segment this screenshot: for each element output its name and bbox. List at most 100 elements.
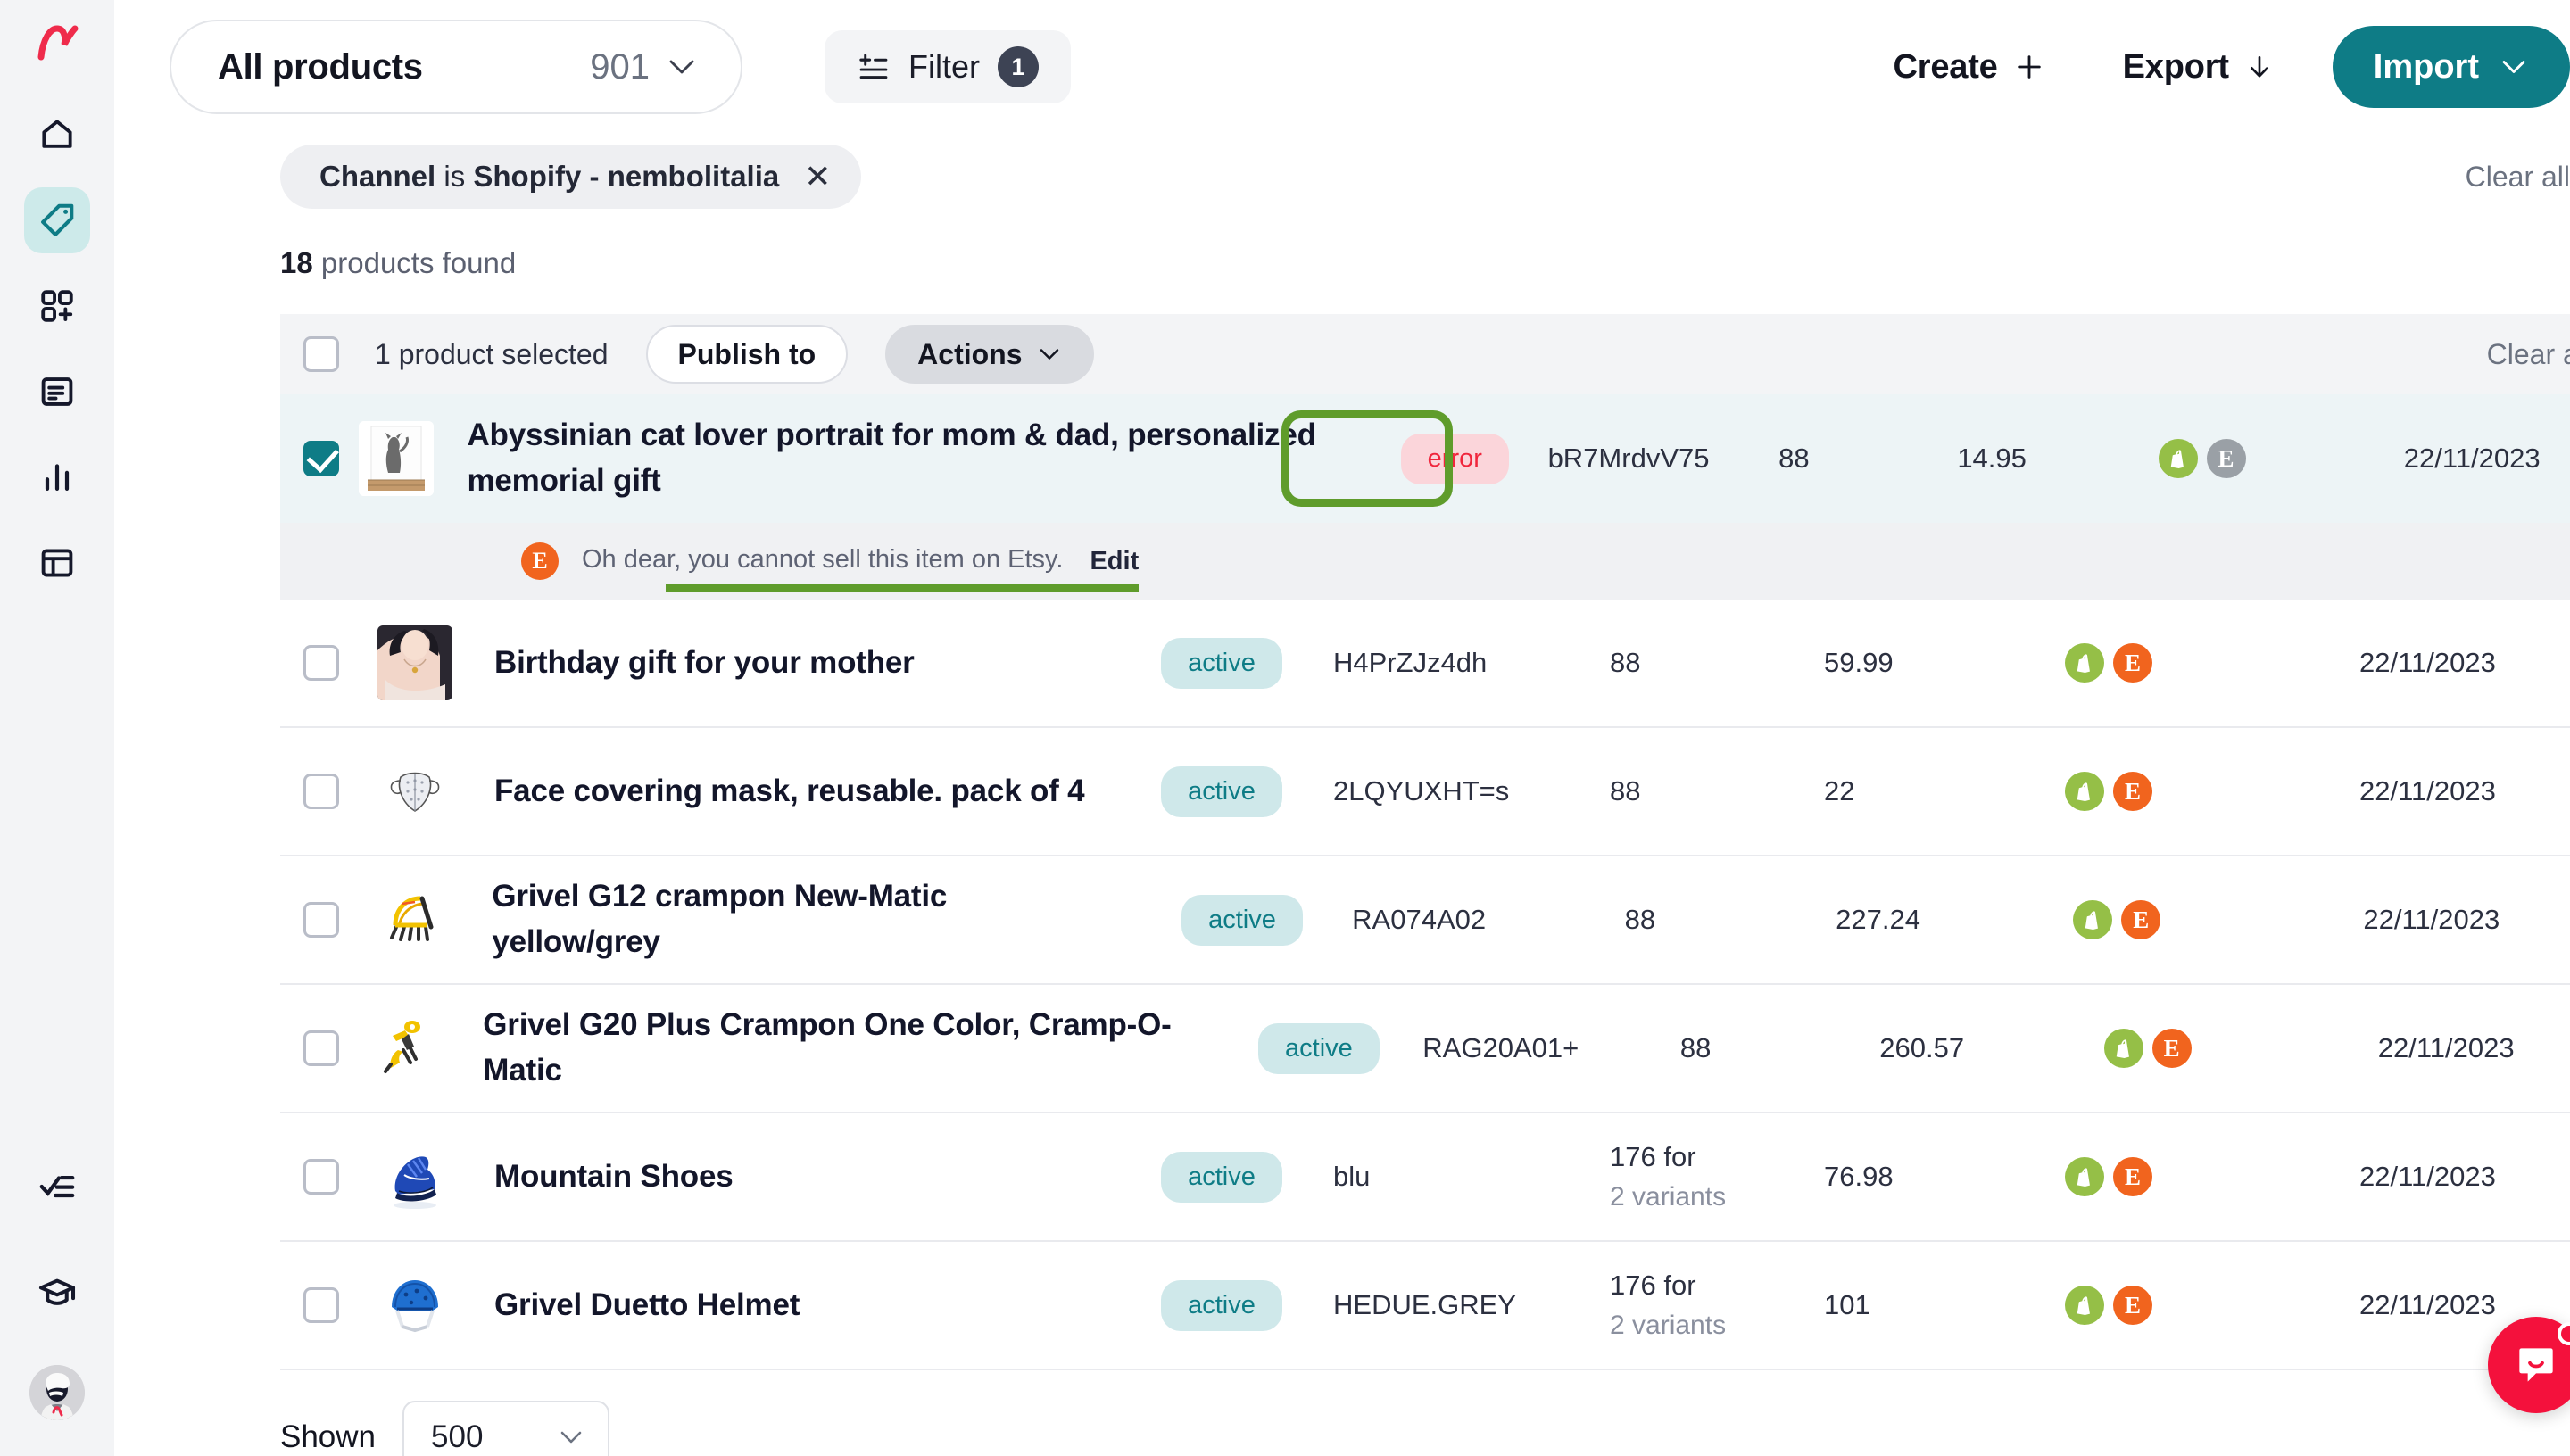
table-row[interactable]: Birthday gift for your mother active H4P… [280,600,2570,728]
table-row[interactable]: Mountain Shoes active blu 176 for 2 vari… [280,1113,2570,1242]
row-title-cell: Abyssinian cat lover portrait for mom & … [440,413,1362,504]
row-checkbox[interactable] [303,1159,339,1195]
status-badge: active [1161,765,1282,817]
row-price: 76.98 [1824,1161,1894,1192]
row-price: 260.57 [1879,1032,1965,1063]
row-channels: E [2065,1286,2359,1325]
cat-portrait-thumbnail [359,421,435,496]
row-error-detail: E Oh dear, you cannot sell this item on … [280,523,2570,600]
table-row[interactable]: Face covering mask, reusable. pack of 4 … [280,728,2570,856]
row-price: 59.99 [1824,647,1894,678]
table-row[interactable]: Grivel G20 Plus Crampon One Color, Cramp… [280,985,2570,1113]
product-title[interactable]: Grivel Duetto Helmet [494,1283,1092,1328]
sidebar-item-tasks[interactable] [24,1154,90,1220]
row-checkbox[interactable] [303,441,339,476]
avatar[interactable] [29,1365,85,1420]
row-channels: E [2065,1157,2359,1196]
chip-operator: is [444,160,466,193]
row-checkbox-cell [280,774,362,809]
row-channels: E [2158,439,2404,478]
row-checkbox[interactable] [303,902,339,938]
sidebar-item-listings[interactable] [24,359,90,425]
product-view-selector[interactable]: All products 901 [170,20,742,114]
sidebar-item-templates[interactable] [24,530,90,596]
list-footer: Shown 500 [280,1401,2570,1456]
row-quantity-value: 88 [1610,774,1641,807]
face-mask-thumbnail [377,754,452,829]
error-message: Oh dear, you cannot sell this item on Et… [582,544,1064,574]
results-number: 18 [280,246,313,279]
row-checkbox-cell [280,1030,358,1066]
product-title[interactable]: Mountain Shoes [494,1154,1092,1200]
plus-icon [2014,52,2044,82]
tag-icon [37,200,78,241]
import-button[interactable]: Import [2332,26,2570,108]
row-status-cell: active [1110,637,1333,689]
table-row[interactable]: Grivel Duetto Helmet active HEDUE.GREY 1… [280,1242,2570,1370]
product-title[interactable]: Grivel G12 crampon New-Matic yellow/grey [492,874,1114,965]
brand-logo[interactable] [0,0,114,86]
checklist-icon [37,1167,78,1208]
row-checkbox[interactable] [303,774,339,809]
row-status-cell: active [1215,1022,1423,1074]
clear-all-filters[interactable]: Clear all [2466,161,2570,194]
row-sku: RAG20A01+ [1422,1032,1579,1063]
status-badge: active [1161,637,1282,689]
row-checkbox[interactable] [303,1287,339,1323]
actions-button[interactable]: Actions [885,325,1094,384]
page-size-value: 500 [431,1419,484,1454]
filter-chip-channel[interactable]: Channel is Shopify - nembolitalia ✕ [280,145,862,209]
row-date: 22/11/2023 [2403,443,2541,474]
product-list: 1 product selected Publish to Actions Cl… [280,314,2570,1370]
row-sku: HEDUE.GREY [1333,1289,1516,1320]
publish-to-button[interactable]: Publish to [645,325,849,384]
product-title[interactable]: Face covering mask, reusable. pack of 4 [494,769,1092,815]
chat-support-button[interactable] [2488,1317,2570,1413]
table-row[interactable]: Grivel G12 crampon New-Matic yellow/grey… [280,856,2570,985]
sidebar-item-products[interactable] [24,187,90,253]
row-checkbox[interactable] [303,1030,339,1066]
sidebar-item-academy[interactable] [24,1260,90,1326]
row-sku: bR7MrdvV75 [1547,443,1710,474]
select-all-checkbox[interactable] [303,336,339,372]
sidebar-item-apps[interactable] [24,273,90,339]
apps-plus-icon [37,286,77,326]
chip-field: Channel [319,160,436,193]
product-title[interactable]: Grivel G20 Plus Crampon One Color, Cramp… [483,1003,1197,1094]
results-count: 18 products found [114,219,2570,280]
edit-link[interactable]: Edit [1090,547,1139,576]
row-thumbnail-cell [362,1139,468,1214]
product-title[interactable]: Birthday gift for your mother [494,641,1092,686]
row-checkbox[interactable] [303,645,339,681]
filter-count-badge: 1 [998,46,1039,87]
home-icon [37,115,77,154]
table-row[interactable]: Abyssinian cat lover portrait for mom & … [280,394,2570,523]
product-title[interactable]: Abyssinian cat lover portrait for mom & … [467,413,1344,504]
etsy-channel-icon: E [2113,1157,2152,1196]
row-date: 22/11/2023 [2359,647,2496,678]
clear-selection[interactable]: Clear all [2487,338,2570,371]
row-checkbox-cell [280,1287,362,1323]
close-icon[interactable]: ✕ [804,161,831,193]
row-price: 22 [1824,775,1855,807]
row-status-cell: active [1110,1151,1333,1203]
graduation-cap-icon [37,1272,78,1313]
row-quantity-value: 176 for [1610,1269,1696,1301]
row-title-cell: Grivel G12 crampon New-Matic yellow/grey [465,874,1132,965]
row-quantity: 176 for 2 variants [1610,1138,1824,1216]
layout-icon [37,543,77,583]
filter-button[interactable]: Filter 1 [825,30,1071,103]
create-button[interactable]: Create [1854,48,2084,87]
page-size-select[interactable]: 500 [402,1401,610,1456]
sidebar-item-analytics[interactable] [24,444,90,510]
row-sku: RA074A02 [1352,904,1487,935]
crampon-plus-thumbnail [369,1011,445,1086]
sidebar-item-home[interactable] [24,102,90,168]
export-label: Export [2122,47,2229,86]
row-status-cell: active [1110,765,1333,817]
row-title-cell: Mountain Shoes [468,1154,1110,1200]
publish-to-label: Publish to [677,337,817,370]
top-actions: Create Export Import [1854,26,2570,108]
export-button[interactable]: Export [2084,48,2313,87]
shopify-channel-icon [2065,643,2104,682]
